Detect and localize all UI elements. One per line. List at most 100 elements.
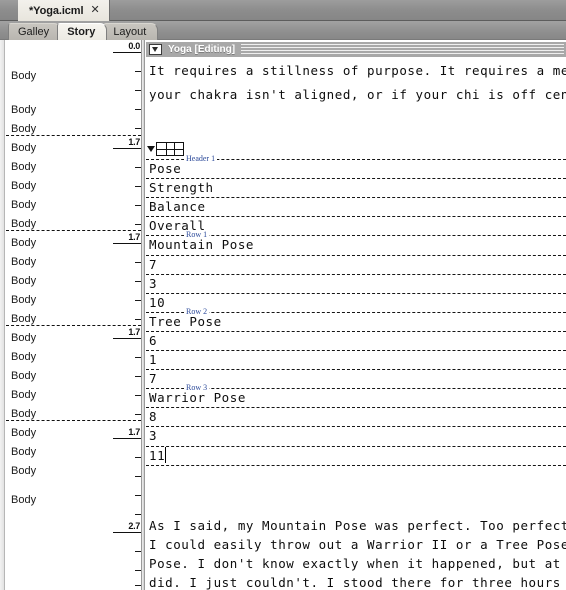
paragraph-style-label[interactable]: Body xyxy=(11,313,36,325)
table-cell[interactable]: Balance xyxy=(149,199,206,214)
paragraph-style-label[interactable]: Body xyxy=(11,161,36,173)
table-cell[interactable]: Mountain Pose xyxy=(149,237,254,252)
depth-ruler-column: 0.0 1.7 1.7 1.7 1.7 2.7 xyxy=(106,40,141,590)
table-cell[interactable]: Pose xyxy=(149,161,181,176)
tab-story[interactable]: Story xyxy=(57,23,108,40)
paragraph-style-label[interactable]: Body xyxy=(11,446,36,458)
tab-galley[interactable]: Galley xyxy=(8,23,62,40)
table-cell[interactable]: 11 xyxy=(149,448,165,463)
paragraph-style-label[interactable]: Body xyxy=(11,351,36,363)
closing-paragraph-line[interactable]: I could easily throw out a Warrior II or… xyxy=(149,535,566,554)
work-area: Body Body Body Body Body Body Body Body Body Body… xyxy=(0,40,566,590)
left-scroll-gutter[interactable] xyxy=(0,40,5,590)
paragraph-style-label[interactable]: Body xyxy=(11,237,36,249)
tab-layout[interactable]: Layout xyxy=(103,23,159,40)
table-cell-rule xyxy=(146,292,566,294)
paragraph-style-label[interactable]: Body xyxy=(11,180,36,192)
ruler-tick-label: 1.7 xyxy=(128,427,140,437)
paragraph-style-label[interactable]: Body xyxy=(11,465,36,477)
story-disclosure-icon[interactable] xyxy=(149,44,162,55)
view-tab-strip: Galley Story Layout xyxy=(0,21,566,40)
ruler-tick-major xyxy=(113,532,141,533)
table-cell[interactable]: 8 xyxy=(149,409,157,424)
paragraph-style-column[interactable]: Body Body Body Body Body Body Body Body Body Body… xyxy=(6,40,106,590)
story-editor-window: *Yoga.icml ✕ Galley Story Layout Body Bod… xyxy=(0,0,566,590)
table-grid-icon[interactable] xyxy=(156,142,184,156)
paragraph-separator-rule xyxy=(6,135,141,136)
ruler-tick-major xyxy=(113,52,141,53)
table-row-tag: Row 3 xyxy=(184,383,210,393)
table-cell-rule xyxy=(146,197,566,199)
paragraph-separator-rule xyxy=(6,420,141,421)
table-cell-rule xyxy=(146,273,566,275)
table-cell-rule xyxy=(146,350,566,351)
tab-galley-label: Galley xyxy=(18,26,50,38)
table-cell-rule xyxy=(146,216,566,218)
paragraph-style-label[interactable]: Body xyxy=(11,199,36,211)
table-cell-rule xyxy=(146,369,566,371)
table-cell[interactable]: 10 xyxy=(149,295,165,310)
paragraph-style-label[interactable]: Body xyxy=(11,332,36,344)
table-cell[interactable]: 7 xyxy=(149,371,157,386)
ruler-tick-label: 0.0 xyxy=(128,41,140,51)
close-icon[interactable]: ✕ xyxy=(90,5,99,16)
table-cell-rule xyxy=(146,330,566,332)
table-cell-rule xyxy=(146,178,566,180)
ruler-tick-label: 1.7 xyxy=(128,137,140,147)
closing-paragraph-line[interactable]: As I said, my Mountain Pose was perfect.… xyxy=(149,516,566,535)
paragraph-style-label[interactable]: Body xyxy=(11,218,36,230)
intro-paragraph-line[interactable]: It requires a stillness of purpose. It r… xyxy=(149,61,566,80)
editor-text-body[interactable]: It requires a stillness of purpose. It r… xyxy=(146,57,566,590)
intro-paragraph-line[interactable]: your chakra isn't aligned, or if your ch… xyxy=(149,85,566,104)
paragraph-style-label[interactable]: Body xyxy=(11,275,36,287)
table-row-tag: Row 1 xyxy=(184,230,210,240)
document-tab-bar: *Yoga.icml ✕ xyxy=(0,0,566,21)
paragraph-style-label[interactable]: Body xyxy=(11,70,36,82)
story-header-bar[interactable]: Yoga [Editing] xyxy=(146,42,566,57)
paragraph-style-label[interactable]: Body xyxy=(11,408,36,420)
table-cell-rule xyxy=(146,445,566,447)
document-tab-yoga[interactable]: *Yoga.icml ✕ xyxy=(18,0,110,21)
table-cell[interactable]: 1 xyxy=(149,352,157,367)
editor-pane: Yoga [Editing] It requires a stillness o… xyxy=(146,40,566,590)
paragraph-style-label[interactable]: Body xyxy=(11,427,36,439)
paragraph-style-label[interactable]: Body xyxy=(11,494,36,506)
table-widget-header xyxy=(147,142,184,156)
ruler-tick-label: 1.7 xyxy=(128,327,140,337)
paragraph-style-label[interactable]: Body xyxy=(11,256,36,268)
closing-paragraph-line[interactable]: did. I just couldn't. I stood there for … xyxy=(149,573,566,590)
story-header-title: Yoga [Editing] xyxy=(168,44,236,55)
text-caret xyxy=(164,446,166,463)
triangle-down-icon[interactable] xyxy=(147,146,155,152)
ruler-tick-major xyxy=(113,338,141,339)
table-row-tag: Header 1 xyxy=(184,154,218,163)
table-cell[interactable]: 7 xyxy=(149,257,157,272)
paragraph-style-label[interactable]: Body xyxy=(11,370,36,382)
table-cell[interactable]: 3 xyxy=(149,428,157,443)
table-cell[interactable]: Warrior Pose xyxy=(149,390,246,405)
paragraph-style-label[interactable]: Body xyxy=(11,389,36,401)
ruler-tick-label: 2.7 xyxy=(128,521,140,531)
table-cell-rule xyxy=(146,426,566,428)
paragraph-style-label[interactable]: Body xyxy=(11,142,36,154)
story-header-grip xyxy=(241,44,564,55)
view-tab-group: Galley Story Layout xyxy=(8,23,159,40)
paragraph-style-label[interactable]: Body xyxy=(11,104,36,116)
tab-story-label: Story xyxy=(67,26,96,38)
paragraph-style-label[interactable]: Body xyxy=(11,123,36,135)
table-cell-rule xyxy=(146,254,566,256)
closing-paragraph-line[interactable]: Pose. I don't know exactly when it happe… xyxy=(149,554,566,573)
table-cell[interactable]: Tree Pose xyxy=(149,314,222,329)
table-cell[interactable]: 3 xyxy=(149,276,157,291)
table-cell[interactable]: 6 xyxy=(149,333,157,348)
ruler-tick-major xyxy=(113,438,141,439)
table-cell-rule xyxy=(146,464,566,466)
paragraph-separator-rule xyxy=(6,325,141,326)
table-cell[interactable]: Strength xyxy=(149,180,214,195)
paragraph-style-label[interactable]: Body xyxy=(11,294,36,306)
table-cell-rule xyxy=(146,407,566,409)
pane-divider[interactable] xyxy=(141,40,145,590)
document-tab-title: *Yoga.icml xyxy=(29,4,84,17)
table-row-tag: Row 2 xyxy=(184,306,210,316)
ruler-tick-label: 1.7 xyxy=(128,232,140,242)
